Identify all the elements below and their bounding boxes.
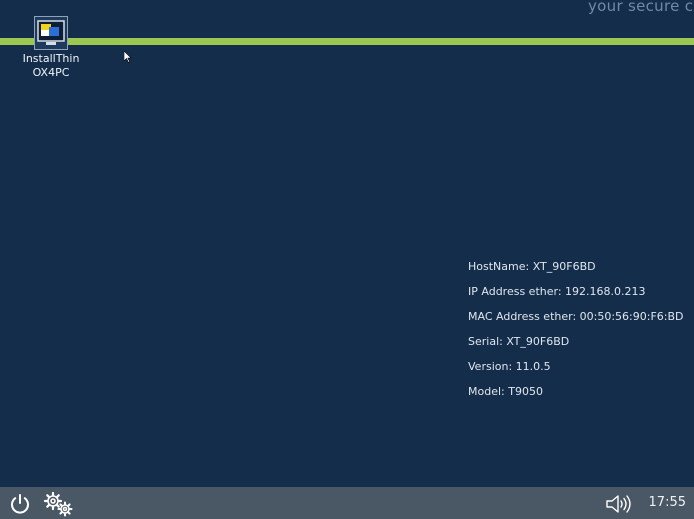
power-button[interactable] [7,491,33,517]
version-text: Version: 11.0.5 [468,360,551,373]
speaker-icon [606,495,631,513]
power-icon [11,494,29,514]
desktop-icon-label: InstallThinOX4PC [22,52,80,79]
settings-button[interactable] [42,491,76,517]
clock[interactable]: 17:55 [649,495,686,510]
volume-button[interactable] [603,491,635,517]
mac-address-text: MAC Address ether: 00:50:56:90:F6:BD [468,310,684,323]
ip-address-text: IP Address ether: 192.168.0.213 [468,285,646,298]
mouse-pointer-icon [123,48,132,67]
hostname-text: HostName: XT_90F6BD [468,260,596,273]
gear-icon [43,491,73,517]
desktop-icon-installthinox4pc[interactable]: InstallThinOX4PC [18,16,84,80]
brand-tagline: your secure c [588,0,694,15]
system-info-panel: HostName: XT_90F6BD IP Address ether: 19… [468,259,684,409]
monitor-installer-icon [34,16,68,50]
serial-text: Serial: XT_90F6BD [468,335,570,348]
accent-bar [0,38,694,45]
taskbar: 17:55 [0,487,694,519]
model-text: Model: T9050 [468,385,543,398]
